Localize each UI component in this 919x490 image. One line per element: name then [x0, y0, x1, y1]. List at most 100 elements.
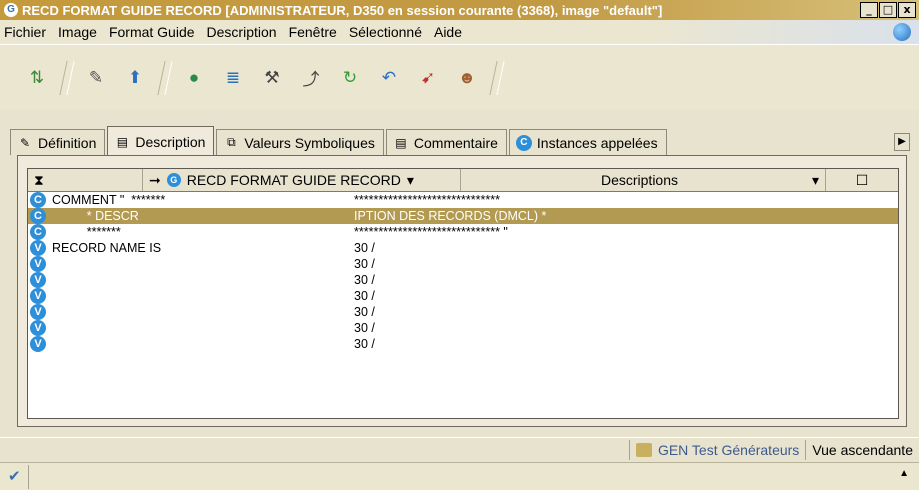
row-value: 30 / [354, 273, 375, 287]
c-badge-icon: C [30, 208, 46, 224]
menu-fenetre[interactable]: Fenêtre [289, 24, 337, 40]
check-icon[interactable]: ✔ [8, 467, 21, 485]
menu-description[interactable]: Description [207, 24, 277, 40]
toolbar-separator [489, 60, 505, 95]
globe-icon [893, 23, 911, 41]
status-bar: GEN Test Générateurs Vue ascendante [0, 437, 919, 461]
record-header[interactable]: ➞ G RECD FORMAT GUIDE RECORD ▾ [143, 169, 461, 191]
menu-aide[interactable]: Aide [434, 24, 462, 40]
chevron-down-icon[interactable]: ▾ [407, 172, 414, 189]
symbol-icon: ⧉ [227, 135, 236, 149]
sort-icon[interactable]: ⧗ [34, 172, 44, 189]
wrench-icon[interactable]: ⚒ [257, 64, 287, 92]
generator-status[interactable]: GEN Test Générateurs [628, 439, 805, 460]
document-icon: ▤ [116, 134, 129, 149]
refresh-icon[interactable]: ↻ [335, 64, 365, 92]
edit-icon: ✎ [19, 135, 31, 150]
v-badge-icon: V [30, 240, 46, 256]
table-row[interactable]: V 30 / [28, 320, 898, 336]
tab-label: Description [135, 133, 206, 150]
table-row[interactable]: C ******* ******************************… [28, 224, 898, 240]
generator-label: GEN Test Générateurs [657, 441, 800, 458]
footer-divider [28, 465, 29, 489]
tab-scroll-button[interactable]: ▶ [894, 133, 910, 151]
view-status[interactable]: Vue ascendante [805, 439, 919, 460]
title-bar: G RECD FORMAT GUIDE RECORD [ADMINISTRATE… [0, 0, 919, 20]
table-row[interactable]: V 30 / [28, 256, 898, 272]
c-badge-icon: C [515, 134, 532, 151]
expand-up-icon[interactable]: ▲ [899, 468, 909, 479]
window-controls: _ □ x [860, 2, 916, 18]
description-panel: ⧗ ➞ G RECD FORMAT GUIDE RECORD ▾ Descrip… [17, 155, 907, 427]
row-value: 30 / [354, 305, 375, 319]
chevron-down-icon[interactable]: ▾ [812, 172, 819, 189]
row-label: * DESCR [52, 209, 139, 223]
v-badge-icon: V [30, 336, 46, 352]
close-button[interactable]: x [898, 2, 916, 18]
window-title: RECD FORMAT GUIDE RECORD [ADMINISTRATEUR… [22, 2, 663, 18]
v-badge-icon: V [30, 288, 46, 304]
menu-format-guide[interactable]: Format Guide [109, 24, 195, 40]
v-badge-icon: V [30, 256, 46, 272]
tab-description[interactable]: ▤ Description [107, 126, 215, 156]
list-icon[interactable]: ≣ [218, 64, 248, 92]
row-value: IPTION DES RECORDS (DMCL) * [354, 209, 547, 223]
row-value: 30 / [354, 257, 375, 271]
descriptions-header[interactable]: Descriptions ▾ [461, 169, 826, 191]
menu-selectionne[interactable]: Sélectionné [349, 24, 422, 40]
sort-header[interactable]: ⧗ [28, 169, 143, 191]
minimize-button[interactable]: _ [860, 2, 878, 18]
comment-icon: ▤ [395, 135, 407, 150]
tag-icon[interactable]: ✎ [81, 64, 111, 92]
row-value: ****************************** " [354, 225, 508, 239]
row-label: RECORD NAME IS [52, 241, 162, 255]
v-badge-icon: V [30, 272, 46, 288]
menu-image[interactable]: Image [58, 24, 97, 40]
arrows-icon[interactable]: ⤴ [296, 64, 326, 92]
toolbar-separator [157, 60, 173, 95]
row-value: 30 / [354, 337, 375, 351]
descriptions-label: Descriptions [600, 172, 678, 188]
view-label: Vue ascendante [812, 441, 913, 458]
browse-icon[interactable]: ⇅ [22, 64, 52, 92]
row-label: COMMENT " ******* [52, 193, 166, 207]
table-row[interactable]: C * DESCR IPTION DES RECORDS (DMCL) * [28, 208, 898, 224]
table-row[interactable]: V RECORD NAME IS 30 / [28, 240, 898, 256]
maximize-panel-button[interactable]: ☐ [826, 169, 898, 191]
table-row[interactable]: V 30 / [28, 272, 898, 288]
row-value: ****************************** [354, 193, 500, 207]
tab-valeurs-symboliques[interactable]: ⧉ Valeurs Symboliques [216, 129, 384, 155]
table-row[interactable]: C COMMENT " ******* ********************… [28, 192, 898, 208]
menu-fichier[interactable]: Fichier [4, 24, 46, 40]
maximize-button[interactable]: □ [879, 2, 897, 18]
tab-bar: ✎ Définition ▤ Description ⧉ Valeurs Sym… [10, 125, 910, 156]
user-icon[interactable]: ☻ [452, 64, 482, 92]
v-badge-icon: V [30, 304, 46, 320]
tab-definition[interactable]: ✎ Définition [10, 129, 106, 155]
tab-instances-appelees[interactable]: C Instances appelées [508, 129, 667, 155]
square-icon: ☐ [855, 171, 869, 188]
tab-label: Instances appelées [536, 134, 658, 151]
row-value: 30 / [354, 241, 375, 255]
tab-label: Commentaire [413, 134, 498, 151]
c-badge-icon: C [30, 192, 46, 208]
toolbar: ⇅ ✎ ⬆ ● ≣ ⚒ ⤴ ↻ ↶ ➹ ☻ [0, 44, 919, 110]
tab-commentaire[interactable]: ▤ Commentaire [385, 129, 507, 155]
folder-icon [635, 442, 652, 457]
table-row[interactable]: V 30 / [28, 336, 898, 352]
grid-header: ⧗ ➞ G RECD FORMAT GUIDE RECORD ▾ Descrip… [28, 169, 898, 192]
toolbar-separator [59, 60, 75, 95]
globe-icon[interactable]: ● [179, 64, 209, 92]
table-row[interactable]: V 30 / [28, 304, 898, 320]
row-value: 30 / [354, 289, 375, 303]
row-label: ******* [52, 225, 121, 239]
app-icon: G [4, 3, 18, 17]
pin-icon[interactable]: ➹ [413, 64, 443, 92]
record-icon: G [166, 173, 181, 187]
tab-label: Définition [38, 134, 97, 151]
v-badge-icon: V [30, 320, 46, 336]
undo-icon[interactable]: ↶ [374, 64, 404, 92]
c-badge-icon: C [30, 224, 46, 240]
import-icon[interactable]: ⬆ [120, 64, 150, 92]
table-row[interactable]: V 30 / [28, 288, 898, 304]
